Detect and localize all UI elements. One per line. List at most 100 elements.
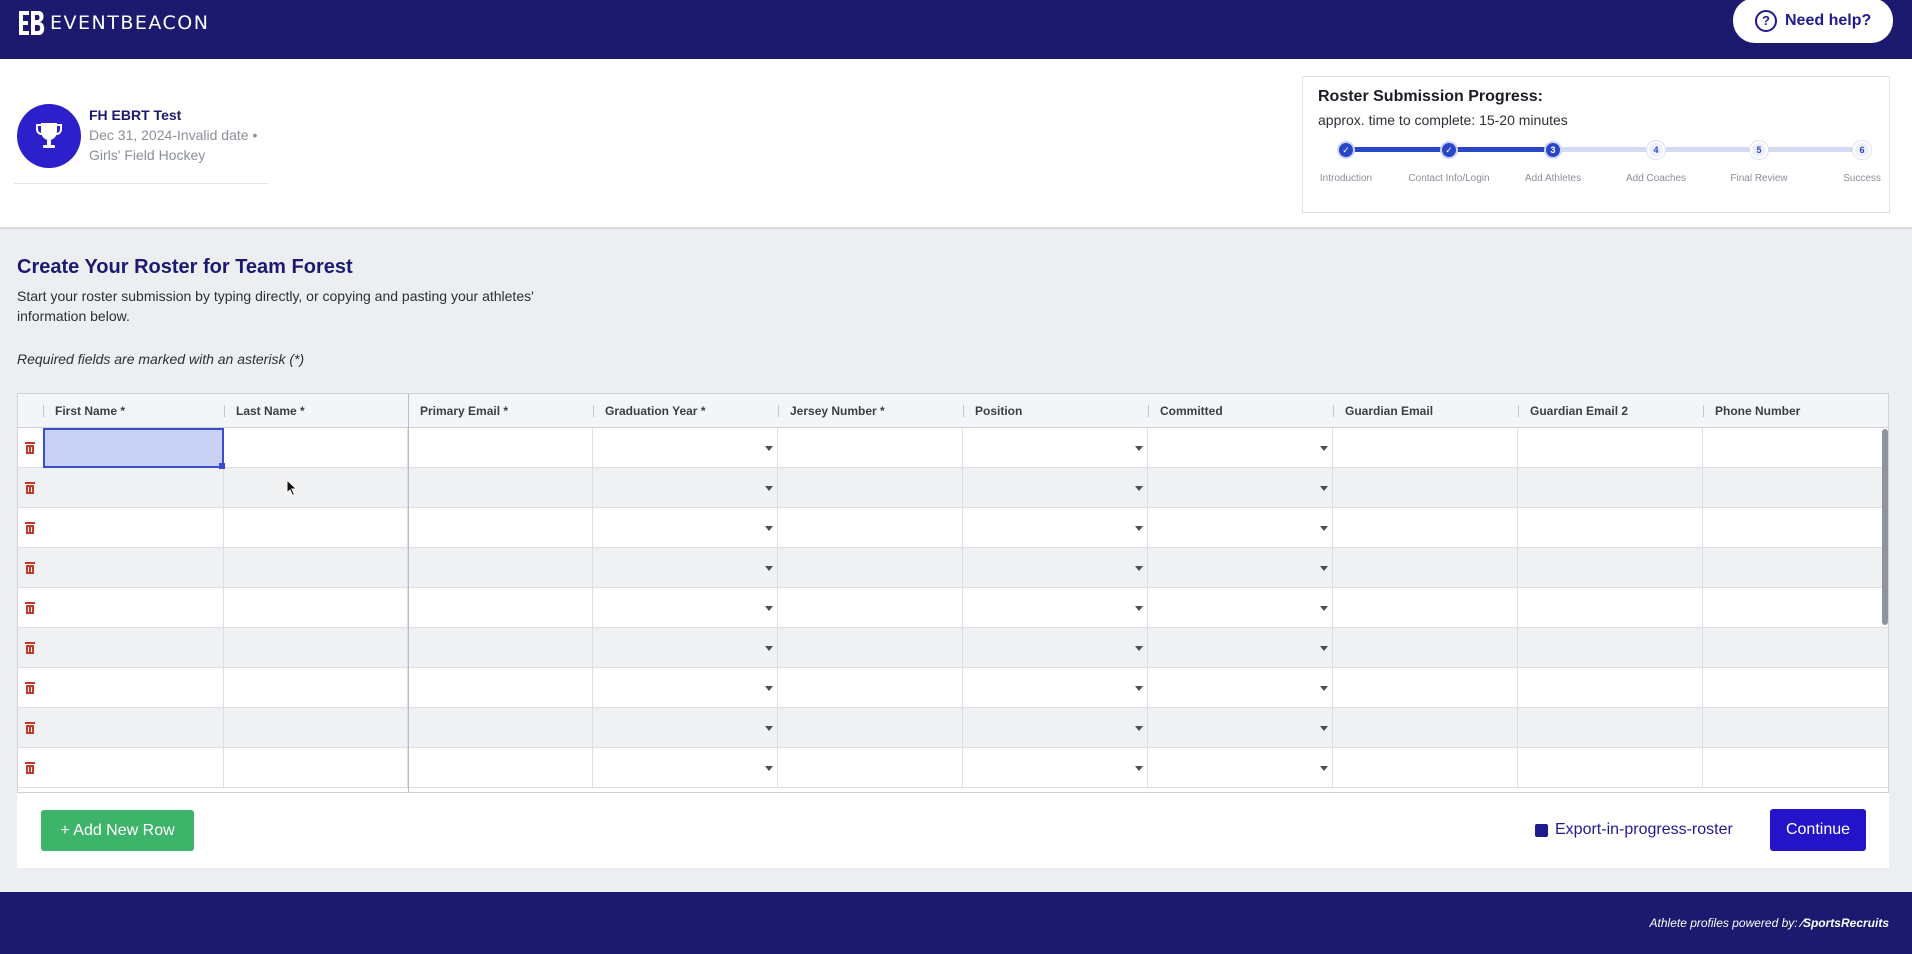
grid-cell[interactable]	[1518, 508, 1703, 548]
dropdown-caret-icon[interactable]	[765, 686, 773, 691]
export-roster-link[interactable]: Export-in-progress-roster	[1535, 821, 1733, 839]
column-header[interactable]: Primary Email *	[408, 394, 593, 428]
column-header[interactable]: Guardian Email 2	[1518, 394, 1703, 428]
add-new-row-button[interactable]: + Add New Row	[41, 810, 194, 851]
grid-cell[interactable]	[593, 668, 778, 708]
grid-cell[interactable]	[963, 428, 1148, 468]
column-header[interactable]: Guardian Email	[1333, 394, 1518, 428]
dropdown-caret-icon[interactable]	[1320, 766, 1328, 771]
grid-cell[interactable]	[1148, 748, 1333, 788]
dropdown-caret-icon[interactable]	[765, 606, 773, 611]
grid-cell[interactable]	[1703, 508, 1888, 548]
grid-cell[interactable]	[593, 508, 778, 548]
delete-row-icon[interactable]	[24, 681, 36, 694]
grid-cell[interactable]	[1333, 668, 1518, 708]
grid-cell[interactable]	[43, 708, 224, 748]
grid-cell[interactable]	[224, 668, 408, 708]
dropdown-caret-icon[interactable]	[1135, 566, 1143, 571]
delete-row-icon[interactable]	[24, 481, 36, 494]
grid-cell[interactable]	[1333, 548, 1518, 588]
grid-cell[interactable]	[224, 708, 408, 748]
grid-cell[interactable]	[1148, 468, 1333, 508]
dropdown-caret-icon[interactable]	[1320, 526, 1328, 531]
grid-cell[interactable]	[224, 548, 408, 588]
grid-cell[interactable]	[224, 508, 408, 548]
grid-cell[interactable]	[1333, 748, 1518, 788]
grid-cell[interactable]	[1148, 508, 1333, 548]
grid-cell[interactable]	[408, 428, 593, 468]
grid-cell[interactable]	[963, 548, 1148, 588]
dropdown-caret-icon[interactable]	[1135, 446, 1143, 451]
grid-cell[interactable]	[1148, 668, 1333, 708]
continue-button[interactable]: Continue	[1770, 809, 1866, 851]
grid-cell[interactable]	[1333, 508, 1518, 548]
dropdown-caret-icon[interactable]	[765, 486, 773, 491]
grid-cell[interactable]	[963, 628, 1148, 668]
grid-cell[interactable]	[593, 628, 778, 668]
grid-cell[interactable]	[1148, 548, 1333, 588]
grid-cell[interactable]	[963, 508, 1148, 548]
dropdown-caret-icon[interactable]	[1135, 726, 1143, 731]
delete-row-icon[interactable]	[24, 521, 36, 534]
grid-cell[interactable]	[1703, 708, 1888, 748]
delete-row-icon[interactable]	[24, 601, 36, 614]
grid-cell[interactable]	[1703, 428, 1888, 468]
grid-cell[interactable]	[778, 468, 963, 508]
dropdown-caret-icon[interactable]	[765, 726, 773, 731]
dropdown-caret-icon[interactable]	[1135, 766, 1143, 771]
grid-cell[interactable]	[224, 588, 408, 628]
grid-cell[interactable]	[1333, 428, 1518, 468]
grid-cell[interactable]	[1518, 628, 1703, 668]
grid-cell[interactable]	[43, 588, 224, 628]
selected-cell-first-name[interactable]	[43, 428, 225, 469]
grid-cell[interactable]	[1703, 468, 1888, 508]
grid-cell[interactable]	[1703, 748, 1888, 788]
grid-cell[interactable]	[593, 468, 778, 508]
grid-cell[interactable]	[43, 628, 224, 668]
dropdown-caret-icon[interactable]	[1320, 446, 1328, 451]
grid-cell[interactable]	[778, 748, 963, 788]
grid-cell[interactable]	[1703, 588, 1888, 628]
grid-cell[interactable]	[43, 548, 224, 588]
dropdown-caret-icon[interactable]	[765, 766, 773, 771]
grid-cell[interactable]	[1703, 668, 1888, 708]
grid-cell[interactable]	[778, 628, 963, 668]
grid-cell[interactable]	[1333, 628, 1518, 668]
column-header[interactable]: Position	[963, 394, 1148, 428]
grid-cell[interactable]	[224, 468, 408, 508]
grid-cell[interactable]	[43, 468, 224, 508]
grid-cell[interactable]	[1148, 588, 1333, 628]
fill-handle[interactable]	[219, 463, 225, 469]
dropdown-caret-icon[interactable]	[1320, 686, 1328, 691]
grid-cell[interactable]	[593, 428, 778, 468]
grid-cell[interactable]	[963, 468, 1148, 508]
grid-cell[interactable]	[1518, 428, 1703, 468]
grid-cell[interactable]	[778, 668, 963, 708]
roster-grid[interactable]: First Name * Last Name * Primary Email * Gr…	[17, 393, 1889, 793]
grid-cell[interactable]	[408, 468, 593, 508]
grid-cell[interactable]	[778, 588, 963, 628]
dropdown-caret-icon[interactable]	[765, 566, 773, 571]
grid-cell[interactable]	[1148, 628, 1333, 668]
delete-row-icon[interactable]	[24, 761, 36, 774]
grid-cell[interactable]	[1518, 748, 1703, 788]
eventbeacon-logo[interactable]: EVENTBEACON	[17, 10, 209, 36]
grid-cell[interactable]	[593, 548, 778, 588]
column-header[interactable]: Jersey Number *	[778, 394, 963, 428]
grid-cell[interactable]	[224, 748, 408, 788]
grid-cell[interactable]	[778, 428, 963, 468]
dropdown-caret-icon[interactable]	[1135, 526, 1143, 531]
column-header[interactable]: Committed	[1148, 394, 1333, 428]
grid-cell[interactable]	[1703, 628, 1888, 668]
dropdown-caret-icon[interactable]	[1135, 606, 1143, 611]
grid-cell[interactable]	[1333, 588, 1518, 628]
need-help-button[interactable]: ? Need help?	[1733, 0, 1893, 43]
grid-cell[interactable]	[1148, 708, 1333, 748]
delete-row-icon[interactable]	[24, 721, 36, 734]
grid-cell[interactable]	[408, 748, 593, 788]
grid-cell[interactable]	[963, 668, 1148, 708]
grid-cell[interactable]	[408, 708, 593, 748]
grid-cell[interactable]	[43, 668, 224, 708]
grid-cell[interactable]	[963, 708, 1148, 748]
column-header[interactable]: Phone Number	[1703, 394, 1888, 428]
